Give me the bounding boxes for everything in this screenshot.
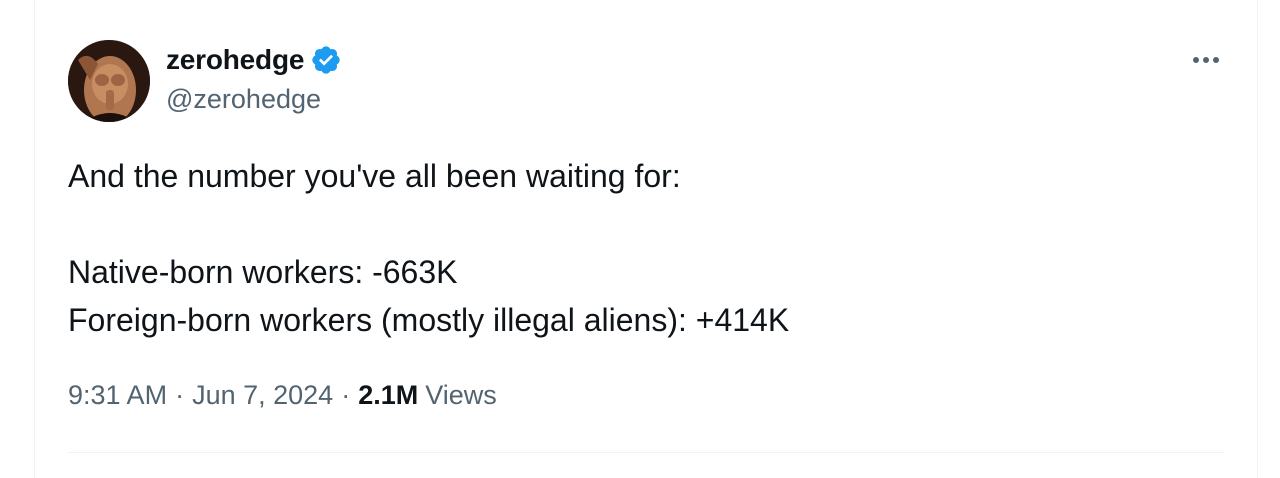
display-name[interactable]: zerohedge	[166, 44, 304, 76]
tweet-line	[68, 200, 1218, 248]
author-name-row[interactable]: zerohedge	[166, 42, 342, 78]
avatar-image	[68, 40, 150, 122]
more-options-icon[interactable]	[1186, 48, 1226, 72]
tweet-meta: 9:31 AM · Jun 7, 2024 · 2.1M Views	[68, 380, 497, 411]
tweet-line: And the number you've all been waiting f…	[68, 158, 681, 194]
meta-separator: ·	[341, 380, 351, 410]
views-count: 2.1M	[358, 380, 419, 410]
views-label: Views	[425, 380, 497, 410]
tweet-line: Foreign-born workers (mostly illegal ali…	[68, 302, 790, 338]
dot	[1193, 57, 1199, 63]
dot	[1203, 57, 1209, 63]
author-handle[interactable]: @zerohedge	[166, 84, 321, 115]
divider	[68, 452, 1224, 453]
avatar[interactable]	[68, 40, 150, 122]
tweet-line: Native-born workers: -663K	[68, 254, 458, 290]
tweet-text: And the number you've all been waiting f…	[68, 152, 1218, 344]
tweet-date[interactable]: Jun 7, 2024	[192, 380, 333, 411]
dot	[1213, 57, 1219, 63]
verified-badge-icon	[310, 44, 342, 76]
tweet-time[interactable]: 9:31 AM	[68, 380, 167, 411]
meta-separator: ·	[175, 380, 185, 410]
